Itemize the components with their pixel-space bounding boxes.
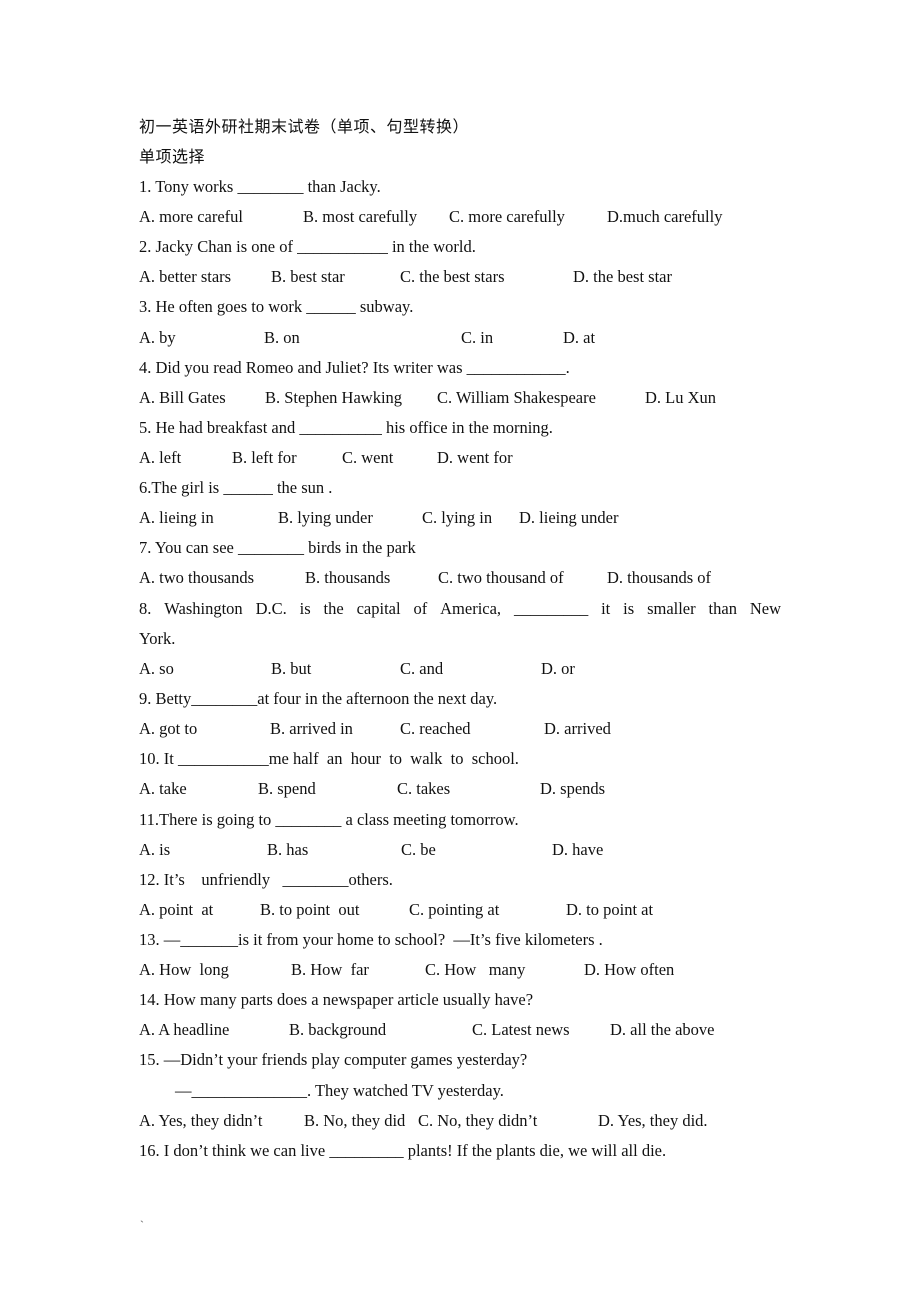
question-7-option-a: A. two thousands xyxy=(139,568,255,587)
question-12-stem: 12. It’s unfriendly ________others. xyxy=(139,870,393,889)
question-3-option-c: C. in xyxy=(461,328,494,347)
section-heading: 单项选择 xyxy=(139,147,206,166)
question-8-stem: 8. Washington D.C. is the capital of Ame… xyxy=(139,599,781,619)
exam-page: 初一英语外研社期末试卷（单项、句型转换） 单项选择 1. Tony works … xyxy=(0,0,920,1302)
question-12-option-b: B. to point out xyxy=(260,900,360,919)
question-3-option-b: B. on xyxy=(264,328,300,347)
question-14-option-a: A. A headline xyxy=(139,1020,230,1039)
question-14-option-b: B. background xyxy=(289,1020,387,1039)
question-4-option-a: A. Bill Gates xyxy=(139,388,226,407)
question-4-option-b: B. Stephen Hawking xyxy=(265,388,403,407)
question-10-option-d: D. spends xyxy=(540,779,606,798)
question-7-option-b: B. thousands xyxy=(305,568,391,587)
question-10-option-c: C. takes xyxy=(397,779,451,798)
question-10-option-b: B. spend xyxy=(258,779,316,798)
question-12-option-d: D. to point at xyxy=(566,900,654,919)
question-13-stem: 13. —_______is it from your home to scho… xyxy=(139,930,603,949)
question-5-option-d: D. went for xyxy=(437,448,513,467)
question-14-stem: 14. How many parts does a newspaper arti… xyxy=(139,990,534,1009)
question-6-option-b: B. lying under xyxy=(278,508,373,527)
document-title: 初一英语外研社期末试卷（单项、句型转换） xyxy=(139,117,470,136)
question-15-option-b: B. No, they did xyxy=(304,1111,406,1130)
question-13-option-c: C. How many xyxy=(425,960,526,979)
question-9-option-d: D. arrived xyxy=(544,719,611,738)
question-11-stem: 11.There is going to ________ a class me… xyxy=(139,810,519,829)
question-9-option-b: B. arrived in xyxy=(270,719,353,738)
question-5-stem: 5. He had breakfast and __________ his o… xyxy=(139,418,553,437)
question-16-stem: 16. I don’t think we can live _________ … xyxy=(139,1141,667,1160)
question-9-option-c: C. reached xyxy=(400,719,471,738)
question-8-stem-continued: York. xyxy=(139,629,176,648)
stem-word: smaller xyxy=(647,599,696,618)
question-14-option-c: C. Latest news xyxy=(472,1020,570,1039)
question-3-stem: 3. He often goes to work ______ subway. xyxy=(139,297,414,316)
question-6-stem: 6.The girl is ______ the sun . xyxy=(139,478,333,497)
question-15-stem: 15. —Didn’t your friends play computer g… xyxy=(139,1050,528,1069)
question-15-option-c: C. No, they didn’t xyxy=(418,1111,538,1130)
question-3-option-a: A. by xyxy=(139,328,176,347)
question-11-option-c: C. be xyxy=(401,840,436,859)
stem-word: is xyxy=(299,599,311,618)
question-7-stem: 7. You can see ________ birds in the par… xyxy=(139,538,416,557)
question-2-option-b: B. best star xyxy=(271,267,345,286)
question-4-option-d: D. Lu Xun xyxy=(645,388,717,407)
stem-word: D.C. xyxy=(255,599,287,618)
question-10-stem: 10. It ___________me half an hour to wal… xyxy=(139,749,519,768)
question-12-option-a: A. point at xyxy=(139,900,214,919)
question-15-stem-continued: —______________. They watched TV yesterd… xyxy=(175,1081,504,1100)
question-13-option-d: D. How often xyxy=(584,960,675,979)
stem-word: America, xyxy=(440,599,502,618)
question-8-option-b: B. but xyxy=(271,659,312,678)
stem-word: of xyxy=(413,599,428,618)
question-15-option-d: D. Yes, they did. xyxy=(598,1111,708,1130)
question-9-option-a: A. got to xyxy=(139,719,198,738)
question-6-option-c: C. lying in xyxy=(422,508,493,527)
question-5-option-a: A. left xyxy=(139,448,182,467)
stem-word: it xyxy=(601,599,611,618)
question-2-option-a: A. better stars xyxy=(139,267,232,286)
footer-mark: ` xyxy=(140,1218,144,1232)
question-6-option-a: A. lieing in xyxy=(139,508,214,527)
stem-word: the xyxy=(323,599,344,618)
question-15-option-a: A. Yes, they didn’t xyxy=(139,1111,263,1130)
question-1-option-d: D.much carefully xyxy=(607,207,723,226)
question-11-option-d: D. have xyxy=(552,840,604,859)
stem-word: Washington xyxy=(164,599,243,618)
question-1-option-a: A. more careful xyxy=(139,207,243,226)
question-3-option-d: D. at xyxy=(563,328,596,347)
question-8-option-c: C. and xyxy=(400,659,444,678)
question-8-option-a: A. so xyxy=(139,659,174,678)
question-8-option-d: D. or xyxy=(541,659,575,678)
stem-word: is xyxy=(623,599,635,618)
question-1-option-b: B. most carefully xyxy=(303,207,418,226)
question-1-option-c: C. more carefully xyxy=(449,207,565,226)
question-12-option-c: C. pointing at xyxy=(409,900,500,919)
question-11-option-b: B. has xyxy=(267,840,309,859)
question-7-option-d: D. thousands of xyxy=(607,568,712,587)
question-2-option-c: C. the best stars xyxy=(400,267,505,286)
question-4-option-c: C. William Shakespeare xyxy=(437,388,596,407)
question-6-option-d: D. lieing under xyxy=(519,508,619,527)
stem-word: than xyxy=(708,599,737,618)
question-13-option-b: B. How far xyxy=(291,960,369,979)
answer-blank: _________ xyxy=(513,599,589,618)
question-7-option-c: C. two thousand of xyxy=(438,568,564,587)
question-4-stem: 4. Did you read Romeo and Juliet? Its wr… xyxy=(139,358,570,377)
question-1-stem: 1. Tony works ________ than Jacky. xyxy=(139,177,381,196)
question-10-option-a: A. take xyxy=(139,779,187,798)
question-9-stem: 9. Betty________at four in the afternoon… xyxy=(139,689,498,708)
stem-word: capital xyxy=(356,599,401,618)
question-5-option-b: B. left for xyxy=(232,448,297,467)
question-2-stem: 2. Jacky Chan is one of ___________ in t… xyxy=(139,237,476,256)
question-2-option-d: D. the best star xyxy=(573,267,672,286)
question-13-option-a: A. How long xyxy=(139,960,229,979)
stem-word: New xyxy=(749,599,781,618)
question-14-option-d: D. all the above xyxy=(610,1020,715,1039)
stem-word: 8. xyxy=(139,599,152,618)
question-5-option-c: C. went xyxy=(342,448,394,467)
question-11-option-a: A. is xyxy=(139,840,171,859)
